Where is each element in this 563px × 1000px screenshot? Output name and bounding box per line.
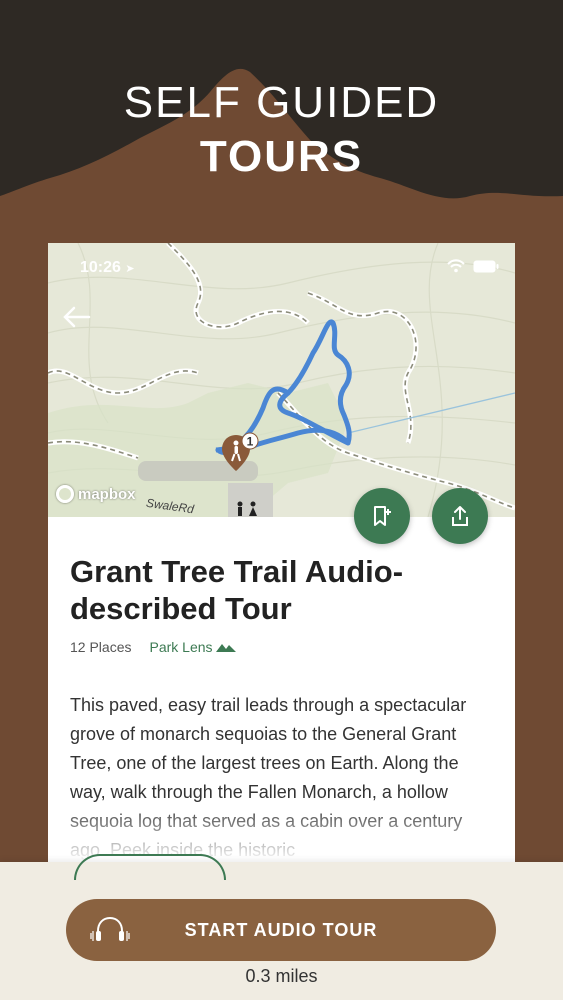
trailhead-marker[interactable]: 1 bbox=[218, 431, 262, 479]
map-terrain bbox=[48, 243, 515, 517]
mountain-icon bbox=[215, 644, 236, 652]
trail-map[interactable]: 10:26 ➤ 1 mapbox SwaleRd bbox=[48, 243, 515, 517]
hero-headline: SELF GUIDED TOURS bbox=[0, 78, 563, 186]
marker-number: 1 bbox=[247, 435, 254, 449]
status-icons bbox=[447, 259, 499, 273]
tour-distance: 0.3 miles bbox=[245, 966, 318, 986]
tour-meta: 12 Places Park Lens bbox=[70, 639, 495, 655]
add-bookmark-button[interactable] bbox=[354, 488, 410, 544]
wifi-icon bbox=[447, 259, 465, 273]
status-time: 10:26 ➤ bbox=[80, 259, 135, 276]
share-button[interactable] bbox=[432, 488, 488, 544]
tour-title: Grant Tree Trail Audio-described Tour bbox=[70, 554, 404, 626]
headline-line-1: SELF GUIDED bbox=[123, 78, 440, 127]
bottom-action-sheet: START AUDIO TOUR 0.3 miles bbox=[0, 854, 563, 1000]
share-icon bbox=[452, 506, 468, 526]
mapbox-logo[interactable]: mapbox bbox=[56, 485, 136, 503]
places-count: 12 Places bbox=[70, 639, 132, 655]
read-more-button[interactable] bbox=[74, 854, 226, 880]
location-arrow-icon: ➤ bbox=[125, 263, 135, 275]
mapbox-icon bbox=[56, 485, 74, 503]
headphones-icon bbox=[90, 916, 130, 941]
provider-link[interactable]: Park Lens bbox=[149, 639, 236, 655]
headline-line-2: TOURS bbox=[199, 132, 364, 181]
battery-icon bbox=[473, 260, 499, 272]
restroom-icon bbox=[237, 501, 257, 516]
mapbox-label: mapbox bbox=[78, 485, 136, 503]
back-arrow-icon[interactable] bbox=[62, 305, 92, 329]
start-audio-tour-button[interactable]: START AUDIO TOUR bbox=[66, 899, 496, 961]
add-bookmark-icon bbox=[374, 506, 391, 526]
provider-name: Park Lens bbox=[149, 639, 213, 655]
